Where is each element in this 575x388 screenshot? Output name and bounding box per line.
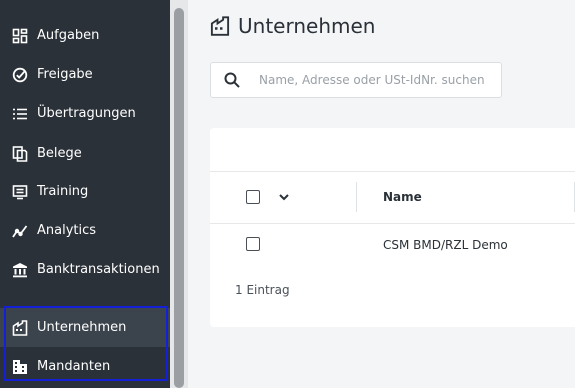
sidebar-item-label: Banktransaktionen: [37, 262, 160, 277]
sidebar-item-freigabe[interactable]: Freigabe: [0, 55, 170, 94]
sidebar-item-belege[interactable]: Belege: [0, 134, 170, 173]
sidebar-item-label: Mandanten: [37, 359, 111, 374]
page-title-text: Unternehmen: [238, 14, 376, 38]
search-icon: [223, 71, 241, 89]
check-circle-icon: [12, 67, 28, 83]
list-icon: [12, 106, 28, 122]
sidebar-item-label: Training: [37, 184, 89, 199]
sidebar-item-uebertragungen[interactable]: Übertragungen: [0, 94, 170, 133]
company-icon: [210, 16, 230, 36]
building-icon: [12, 359, 28, 375]
entry-count: 1 Eintrag: [235, 283, 290, 297]
sidebar-item-label: Belege: [37, 146, 82, 161]
column-divider: [356, 182, 357, 212]
select-all-checkbox[interactable]: [246, 190, 260, 204]
chevron-down-icon[interactable]: [277, 190, 291, 204]
sidebar-item-label: Übertragungen: [37, 106, 136, 121]
sidebar-item-label: Analytics: [37, 223, 97, 238]
sidebar-item-analytics[interactable]: Analytics: [0, 211, 170, 250]
main-content: Unternehmen Name CSM BMD/RZL Demo 1 Eint…: [188, 0, 575, 388]
table-row-name[interactable]: CSM BMD/RZL Demo: [383, 238, 508, 252]
sidebar-item-banktransaktionen[interactable]: Banktransaktionen: [0, 250, 170, 289]
training-icon: [12, 184, 28, 200]
sidebar-item-label: Aufgaben: [37, 28, 100, 43]
column-header-name[interactable]: Name: [383, 190, 422, 204]
sidebar-item-unternehmen[interactable]: Unternehmen: [0, 308, 170, 347]
companies-table: Name CSM BMD/RZL Demo 1 Eintrag: [210, 128, 575, 327]
search-box[interactable]: [210, 62, 502, 98]
company-icon: [12, 319, 28, 336]
sidebar-item-mandanten[interactable]: Mandanten: [0, 347, 170, 386]
documents-icon: [12, 145, 28, 162]
search-input[interactable]: [257, 72, 501, 88]
dashboard-icon: [12, 28, 28, 44]
analytics-icon: [12, 223, 28, 239]
bank-icon: [12, 262, 28, 278]
sidebar-item-label: Freigabe: [37, 67, 93, 82]
row-checkbox[interactable]: [246, 237, 260, 251]
page-title: Unternehmen: [210, 14, 375, 38]
sidebar-item-aufgaben[interactable]: Aufgaben: [0, 16, 170, 55]
sidebar-item-label: Unternehmen: [37, 320, 127, 335]
sidebar-scrollbar-thumb[interactable]: [174, 8, 184, 388]
sidebar: Aufgaben Freigabe Übertragungen Belege T…: [0, 0, 170, 388]
table-header: Name: [210, 171, 575, 224]
sidebar-item-training[interactable]: Training: [0, 172, 170, 211]
